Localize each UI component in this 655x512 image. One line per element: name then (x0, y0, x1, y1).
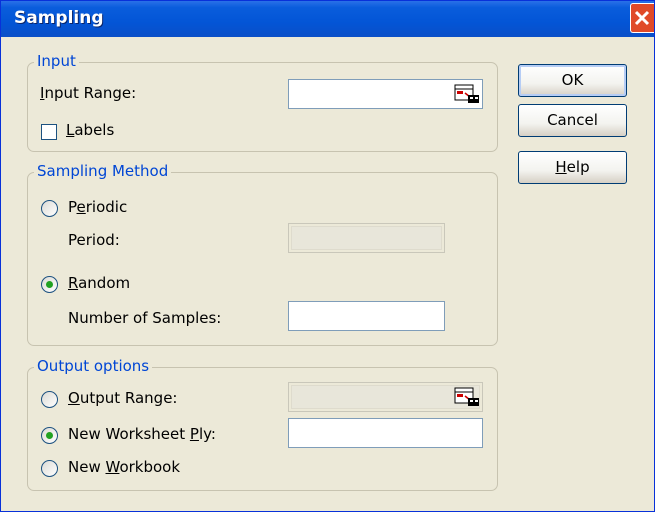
dialog-title: Sampling (14, 8, 104, 28)
input-group: Input Input Range: Labels (27, 52, 498, 152)
new-workbook-radio[interactable] (41, 460, 58, 477)
labels-checkbox[interactable] (41, 124, 57, 140)
output-options-group: Output options Output Range: New Workshe… (27, 357, 498, 491)
output-range-label[interactable]: Output Range: (68, 389, 177, 407)
periodic-radio[interactable] (41, 200, 58, 217)
periodic-radio-label[interactable]: Periodic (68, 198, 127, 216)
output-options-legend: Output options (34, 357, 153, 375)
range-select-icon[interactable] (454, 386, 480, 408)
random-radio-label[interactable]: Random (68, 274, 130, 292)
input-range-label: Input Range: (40, 84, 137, 102)
new-workbook-label[interactable]: New Workbook (68, 458, 180, 476)
number-of-samples-field[interactable] (288, 301, 445, 331)
title-bar[interactable]: Sampling (1, 1, 654, 37)
new-worksheet-label[interactable]: New Worksheet Ply: (68, 425, 216, 443)
close-button[interactable] (630, 3, 654, 33)
labels-checkbox-label[interactable]: Labels (66, 121, 114, 139)
help-button[interactable]: Help (518, 151, 627, 184)
sampling-method-legend: Sampling Method (34, 162, 172, 180)
new-worksheet-field[interactable] (288, 418, 483, 448)
sampling-method-group: Sampling Method Periodic Period: Random … (27, 162, 498, 346)
period-field[interactable] (288, 223, 445, 253)
output-range-radio[interactable] (41, 391, 58, 408)
random-radio[interactable] (41, 276, 58, 293)
cancel-button[interactable]: Cancel (518, 104, 627, 137)
new-worksheet-radio[interactable] (41, 427, 58, 444)
ok-button[interactable]: OK (518, 64, 627, 97)
period-label: Period: (68, 231, 120, 249)
sampling-dialog: Sampling Input Input Range: Labels Sampl… (0, 0, 655, 512)
range-select-icon[interactable] (454, 83, 480, 105)
output-range-field[interactable] (288, 382, 483, 412)
input-range-field[interactable] (288, 79, 483, 109)
input-group-legend: Input (34, 52, 79, 70)
number-of-samples-label: Number of Samples: (68, 309, 222, 327)
